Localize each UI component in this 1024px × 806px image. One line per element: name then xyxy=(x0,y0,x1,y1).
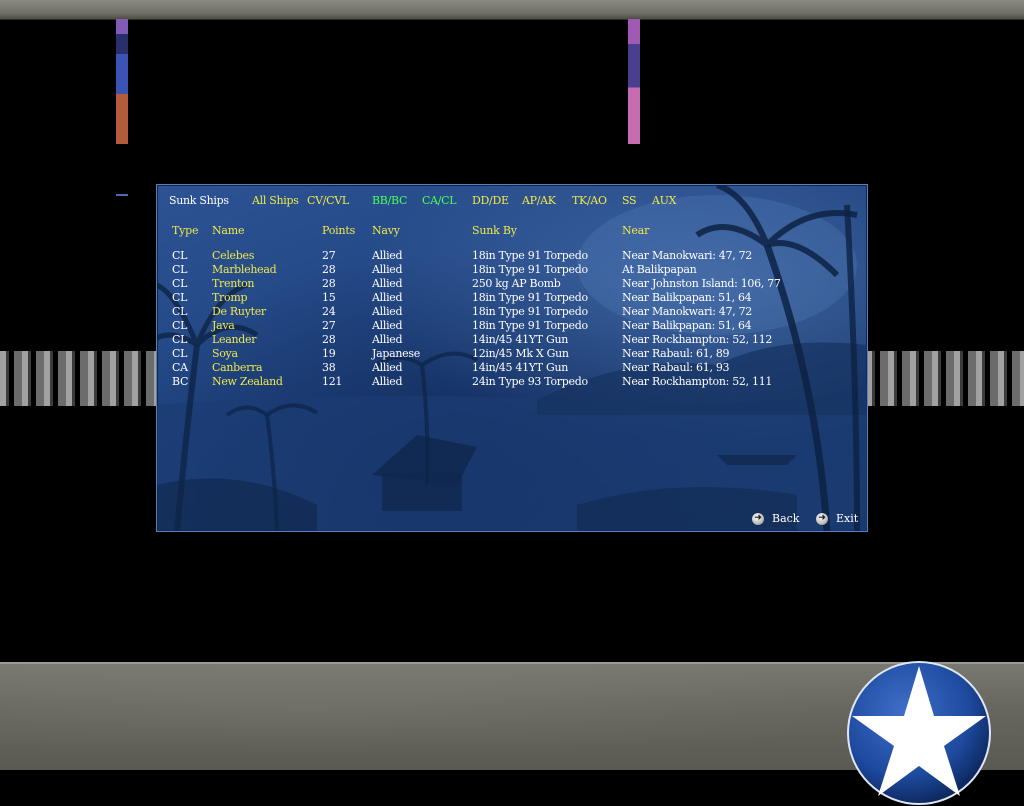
top-frame-bar xyxy=(0,0,1024,20)
cell-navy: Allied xyxy=(372,305,403,318)
back-button-label: Back xyxy=(772,512,800,525)
cell-type: CL xyxy=(172,277,188,290)
cell-near: Near Rabaul: 61, 89 xyxy=(622,347,730,360)
cell-name[interactable]: Java xyxy=(212,319,235,332)
cell-points: 24 xyxy=(322,305,336,318)
column-header-navy[interactable]: Navy xyxy=(372,224,400,237)
cell-near: Near Balikpapan: 51, 64 xyxy=(622,291,752,304)
exit-button-label: Exit xyxy=(836,512,859,525)
tab-ap-ak[interactable]: AP/AK xyxy=(522,194,556,207)
cell-name[interactable]: Marblehead xyxy=(212,263,277,276)
column-header-sunk-by[interactable]: Sunk By xyxy=(472,224,517,237)
cell-sunk-by: 18in Type 91 Torpedo xyxy=(472,263,588,276)
cell-name[interactable]: Soya xyxy=(212,347,238,360)
cell-navy: Allied xyxy=(372,319,403,332)
cell-sunk-by: 18in Type 91 Torpedo xyxy=(472,249,588,262)
cell-sunk-by: 14in/45 41YT Gun xyxy=(472,333,569,346)
cell-points: 121 xyxy=(322,375,343,388)
cell-type: CL xyxy=(172,319,188,332)
table-row: CL Trenton 28 Allied 250 kg AP Bomb Near… xyxy=(0,277,1024,291)
cell-type: CL xyxy=(172,347,188,360)
tab-cv-cvl[interactable]: CV/CVL xyxy=(307,194,349,207)
cell-near: Near Manokwari: 47, 72 xyxy=(622,305,752,318)
cell-name[interactable]: New Zealand xyxy=(212,375,283,388)
cell-name[interactable]: Trenton xyxy=(212,277,255,290)
table-row: CL Soya 19 Japanese 12in/45 Mk X Gun Nea… xyxy=(0,347,1024,361)
cell-sunk-by: 24in Type 93 Torpedo xyxy=(472,375,588,388)
cell-near: At Balikpapan xyxy=(622,263,697,276)
arrow-right-circle-icon: ➜ xyxy=(752,512,764,525)
cell-name[interactable]: Celebes xyxy=(212,249,254,262)
cell-points: 28 xyxy=(322,277,336,290)
cell-navy: Japanese xyxy=(372,347,420,360)
cell-sunk-by: 12in/45 Mk X Gun xyxy=(472,347,569,360)
cell-points: 15 xyxy=(322,291,336,304)
cell-points: 38 xyxy=(322,361,336,374)
cell-type: CL xyxy=(172,333,188,346)
white-star-roundel-icon xyxy=(847,661,991,805)
cell-type: BC xyxy=(172,375,189,388)
table-row: CA Canberra 38 Allied 14in/45 41YT Gun N… xyxy=(0,361,1024,375)
back-button[interactable]: ➜ Back xyxy=(752,512,799,525)
cell-type: CL xyxy=(172,291,188,304)
cell-sunk-by: 14in/45 41YT Gun xyxy=(472,361,569,374)
tab-bb-bc[interactable]: BB/BC xyxy=(372,194,407,207)
column-header-points[interactable]: Points xyxy=(322,224,355,237)
cell-name[interactable]: De Ruyter xyxy=(212,305,266,318)
glitch-strip-left xyxy=(116,19,128,144)
cell-type: CL xyxy=(172,305,188,318)
cell-points: 27 xyxy=(322,249,336,262)
cell-points: 28 xyxy=(322,263,336,276)
cell-sunk-by: 18in Type 91 Torpedo xyxy=(472,305,588,318)
table-row: CL De Ruyter 24 Allied 18in Type 91 Torp… xyxy=(0,305,1024,319)
decorative-dash xyxy=(116,194,128,196)
tab-ss[interactable]: SS xyxy=(622,194,637,207)
tab-aux[interactable]: AUX xyxy=(652,194,676,207)
cell-points: 28 xyxy=(322,333,336,346)
cell-navy: Allied xyxy=(372,263,403,276)
arrow-right-circle-icon: ➜ xyxy=(816,512,828,525)
column-header-near[interactable]: Near xyxy=(622,224,649,237)
cell-near: Near Rockhampton: 52, 111 xyxy=(622,375,773,388)
cell-points: 27 xyxy=(322,319,336,332)
glitch-strip-right xyxy=(628,19,640,144)
cell-name[interactable]: Canberra xyxy=(212,361,263,374)
tab-tk-ao[interactable]: TK/AO xyxy=(572,194,607,207)
cell-navy: Allied xyxy=(372,249,403,262)
cell-type: CL xyxy=(172,263,188,276)
column-header-type[interactable]: Type xyxy=(172,224,199,237)
column-header-name[interactable]: Name xyxy=(212,224,245,237)
table-row: CL Marblehead 28 Allied 18in Type 91 Tor… xyxy=(0,263,1024,277)
cell-navy: Allied xyxy=(372,291,403,304)
cell-points: 19 xyxy=(322,347,336,360)
cell-near: Near Balikpapan: 51, 64 xyxy=(622,319,752,332)
cell-sunk-by: 18in Type 91 Torpedo xyxy=(472,319,588,332)
cell-navy: Allied xyxy=(372,333,403,346)
exit-button[interactable]: ➜ Exit xyxy=(816,512,858,525)
cell-near: Near Rabaul: 61, 93 xyxy=(622,361,730,374)
tab-dd-de[interactable]: DD/DE xyxy=(472,194,509,207)
cell-name[interactable]: Tromp xyxy=(212,291,248,304)
table-row: CL Java 27 Allied 18in Type 91 Torpedo N… xyxy=(0,319,1024,333)
cell-near: Near Manokwari: 47, 72 xyxy=(622,249,752,262)
table-row: CL Celebes 27 Allied 18in Type 91 Torped… xyxy=(0,249,1024,263)
cell-type: CL xyxy=(172,249,188,262)
cell-sunk-by: 250 kg AP Bomb xyxy=(472,277,561,290)
cell-sunk-by: 18in Type 91 Torpedo xyxy=(472,291,588,304)
page-title: Sunk Ships xyxy=(169,194,229,207)
table-row: CL Tromp 15 Allied 18in Type 91 Torpedo … xyxy=(0,291,1024,305)
cell-near: Near Johnston Island: 106, 77 xyxy=(622,277,781,290)
cell-navy: Allied xyxy=(372,277,403,290)
table-row: BC New Zealand 121 Allied 24in Type 93 T… xyxy=(0,375,1024,389)
cell-navy: Allied xyxy=(372,375,403,388)
cell-name[interactable]: Leander xyxy=(212,333,256,346)
cell-type: CA xyxy=(172,361,188,374)
tab-ca-cl[interactable]: CA/CL xyxy=(422,194,457,207)
cell-navy: Allied xyxy=(372,361,403,374)
table-row: CL Leander 28 Allied 14in/45 41YT Gun Ne… xyxy=(0,333,1024,347)
tab-all-ships[interactable]: All Ships xyxy=(252,194,299,207)
cell-near: Near Rockhampton: 52, 112 xyxy=(622,333,773,346)
